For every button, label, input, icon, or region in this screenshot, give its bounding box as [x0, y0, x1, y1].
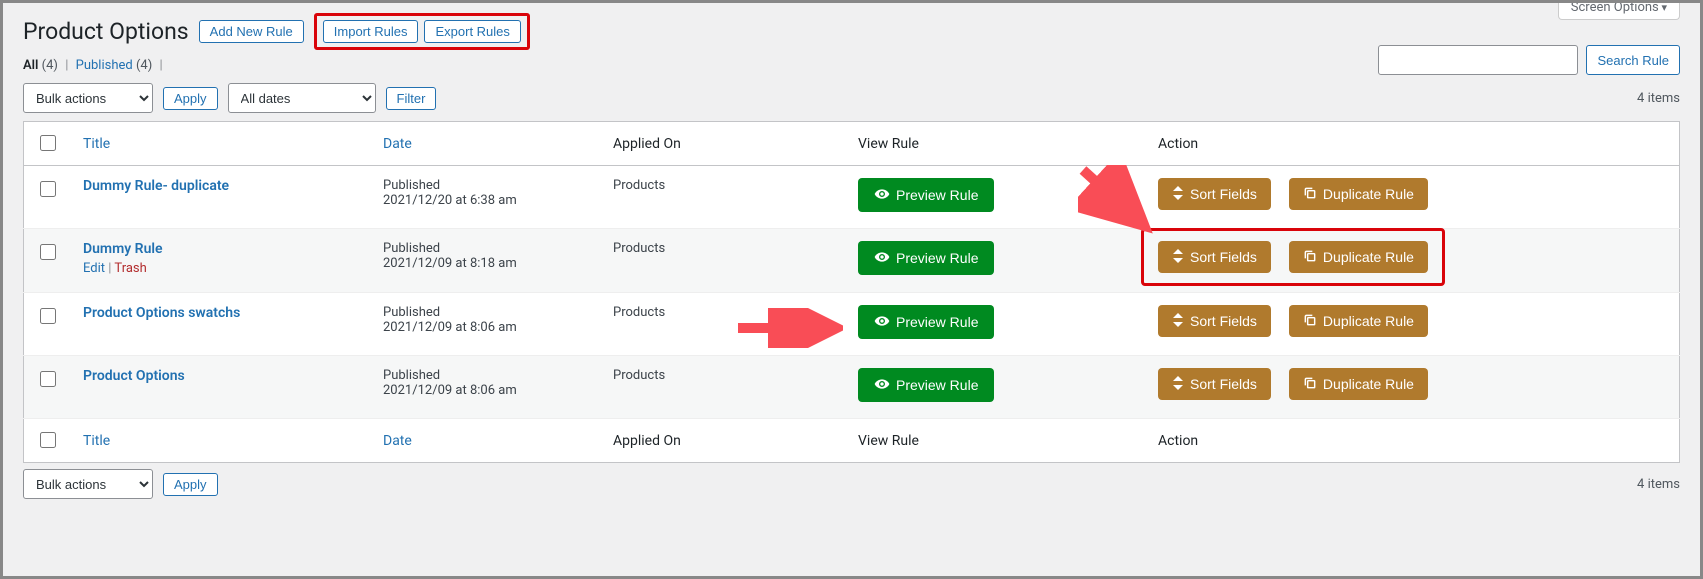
duplicate-rule-button[interactable]: Duplicate Rule: [1289, 305, 1428, 337]
row-title-link[interactable]: Product Options: [83, 368, 185, 384]
bulk-actions-select-top[interactable]: Bulk actions: [23, 83, 153, 113]
add-new-rule-button[interactable]: Add New Rule: [199, 20, 304, 43]
row-date: 2021/12/09 at 8:06 am: [383, 383, 589, 398]
row-date: 2021/12/20 at 6:38 am: [383, 193, 589, 208]
search-rule-button[interactable]: Search Rule: [1586, 45, 1680, 75]
row-checkbox[interactable]: [40, 308, 56, 324]
action-buttons-wrap: Sort Fields Duplicate Rule: [1158, 305, 1428, 337]
col-date-foot[interactable]: Date: [383, 433, 412, 449]
col-view: View Rule: [858, 136, 919, 152]
table-row: Product Options Published2021/12/09 at 8:…: [24, 356, 1680, 419]
action-buttons-wrap: Sort Fields Duplicate Rule: [1158, 368, 1428, 400]
screen-options-toggle[interactable]: Screen Options: [1558, 0, 1680, 20]
eye-icon: [874, 376, 890, 394]
copy-icon: [1303, 249, 1317, 265]
table-row: Product Options swatchs Published2021/12/…: [24, 293, 1680, 356]
col-applied-foot: Applied On: [613, 433, 681, 449]
action-buttons-wrap: Sort Fields Duplicate Rule: [1158, 178, 1428, 210]
filter-button[interactable]: Filter: [386, 87, 437, 110]
import-rules-button[interactable]: Import Rules: [323, 20, 419, 43]
row-checkbox[interactable]: [40, 181, 56, 197]
preview-rule-button[interactable]: Preview Rule: [858, 368, 994, 402]
copy-icon: [1303, 376, 1317, 392]
row-status: Published: [383, 368, 589, 383]
row-applied-on: Products: [613, 178, 665, 193]
sort-icon: [1172, 313, 1184, 329]
import-export-highlight: Import Rules Export Rules: [314, 13, 530, 50]
copy-icon: [1303, 313, 1317, 329]
items-count-bottom: 4 items: [1637, 477, 1680, 492]
rules-table: Title Date Applied On View Rule Action D…: [23, 121, 1680, 463]
row-applied-on: Products: [613, 368, 665, 383]
duplicate-rule-button[interactable]: Duplicate Rule: [1289, 241, 1428, 273]
date-filter-select[interactable]: All dates: [228, 83, 376, 113]
sort-fields-button[interactable]: Sort Fields: [1158, 241, 1271, 273]
col-action: Action: [1158, 136, 1198, 152]
sort-fields-button[interactable]: Sort Fields: [1158, 305, 1271, 337]
row-trash-link[interactable]: Trash: [114, 261, 146, 276]
table-row: Dummy Rule- duplicate Published2021/12/20…: [24, 166, 1680, 229]
row-edit-link[interactable]: Edit: [83, 261, 105, 276]
table-row: Dummy RuleEdit | TrashPublished2021/12/0…: [24, 229, 1680, 293]
row-status: Published: [383, 178, 589, 193]
col-title[interactable]: Title: [83, 136, 110, 152]
select-all-checkbox-bottom[interactable]: [40, 432, 56, 448]
sort-fields-button[interactable]: Sort Fields: [1158, 178, 1271, 210]
row-applied-on: Products: [613, 305, 665, 320]
filter-published-link[interactable]: Published: [76, 58, 133, 73]
preview-rule-button[interactable]: Preview Rule: [858, 305, 994, 339]
row-date: 2021/12/09 at 8:06 am: [383, 320, 589, 335]
duplicate-rule-button[interactable]: Duplicate Rule: [1289, 368, 1428, 400]
preview-rule-button[interactable]: Preview Rule: [858, 241, 994, 275]
action-buttons-wrap: Sort Fields Duplicate Rule: [1141, 228, 1445, 286]
export-rules-button[interactable]: Export Rules: [424, 20, 520, 43]
sort-fields-button[interactable]: Sort Fields: [1158, 368, 1271, 400]
filter-all-label[interactable]: All: [23, 58, 38, 73]
col-date[interactable]: Date: [383, 136, 412, 152]
col-title-foot[interactable]: Title: [83, 433, 110, 449]
col-view-foot: View Rule: [858, 433, 919, 449]
bulk-apply-button-bottom[interactable]: Apply: [163, 473, 218, 496]
sort-icon: [1172, 249, 1184, 265]
sort-icon: [1172, 376, 1184, 392]
bulk-apply-button-top[interactable]: Apply: [163, 87, 218, 110]
preview-rule-button[interactable]: Preview Rule: [858, 178, 994, 212]
bulk-actions-select-bottom[interactable]: Bulk actions: [23, 469, 153, 499]
col-applied: Applied On: [613, 136, 681, 152]
search-input[interactable]: [1378, 45, 1578, 75]
eye-icon: [874, 186, 890, 204]
copy-icon: [1303, 186, 1317, 202]
row-title-link[interactable]: Product Options swatchs: [83, 305, 240, 321]
row-title-link[interactable]: Dummy Rule- duplicate: [83, 178, 229, 194]
eye-icon: [874, 249, 890, 267]
filter-all-count: (4): [42, 58, 58, 73]
page-title: Product Options: [23, 18, 189, 45]
duplicate-rule-button[interactable]: Duplicate Rule: [1289, 178, 1428, 210]
row-title-link[interactable]: Dummy Rule: [83, 241, 163, 257]
sort-icon: [1172, 186, 1184, 202]
row-checkbox[interactable]: [40, 244, 56, 260]
row-status: Published: [383, 241, 589, 256]
col-action-foot: Action: [1158, 433, 1198, 449]
row-checkbox[interactable]: [40, 371, 56, 387]
row-applied-on: Products: [613, 241, 665, 256]
row-date: 2021/12/09 at 8:18 am: [383, 256, 589, 271]
row-status: Published: [383, 305, 589, 320]
app-frame: Screen Options Product Options Add New R…: [0, 0, 1703, 579]
filter-published-count: (4): [136, 58, 152, 73]
select-all-checkbox-top[interactable]: [40, 135, 56, 151]
eye-icon: [874, 313, 890, 331]
items-count-top: 4 items: [1637, 91, 1680, 106]
